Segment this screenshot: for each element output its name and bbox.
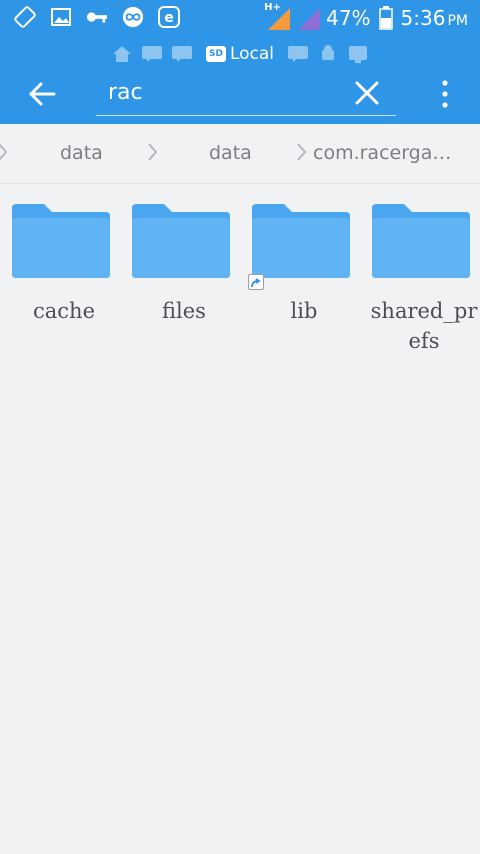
system-indicators: H+ 47% 5:36 PM [264, 2, 468, 32]
signal-icon-2 [296, 4, 322, 32]
chevron-right-icon [0, 143, 8, 161]
folder-name: lib [290, 299, 318, 323]
notification-icons: e [14, 6, 180, 28]
folder-icon [372, 204, 470, 282]
battery-icon [378, 6, 393, 30]
window-switcher: SD Local [0, 42, 480, 66]
folder-icon [252, 204, 350, 282]
home-icon[interactable] [112, 45, 132, 63]
folder-icon [12, 204, 110, 282]
folder-name: files [162, 299, 206, 323]
chevron-right-icon [148, 143, 158, 161]
search-box [96, 72, 396, 116]
android-window-icon[interactable] [318, 45, 338, 63]
search-input[interactable] [108, 74, 338, 110]
breadcrumb-item[interactable]: data [209, 142, 252, 164]
breadcrumb: data data com.racerga… [0, 124, 480, 184]
storage-window-icon-2[interactable] [171, 45, 192, 63]
sd-card-icon: SD [205, 46, 226, 62]
close-icon[interactable] [354, 80, 380, 106]
local-window-label: Local [229, 44, 275, 64]
app-header: SD Local [0, 38, 480, 124]
folder-name: shared_prefs [370, 299, 478, 353]
clock-suffix: PM [447, 13, 468, 29]
local-window-tab[interactable]: SD Local [202, 44, 278, 64]
app-window-icon[interactable] [348, 45, 368, 63]
network-type-label: H+ [264, 2, 281, 13]
signal-icon: H+ [264, 2, 292, 32]
e-app-icon: e [158, 6, 180, 28]
chevron-right-icon [297, 143, 307, 161]
storage-window-icon-3[interactable] [288, 45, 309, 63]
key-icon [86, 6, 108, 28]
status-bar: e H+ 47% 5:36 PM [0, 0, 480, 38]
storage-window-icon[interactable] [141, 45, 162, 63]
folder-icon [132, 204, 230, 282]
symlink-icon [248, 274, 264, 290]
screen-rotation-icon [14, 6, 36, 28]
infinity-icon [122, 6, 144, 28]
breadcrumb-item-current[interactable]: com.racerga… [313, 142, 451, 164]
breadcrumb-item[interactable]: data [60, 142, 103, 164]
folder-name: cache [33, 299, 95, 323]
more-options-icon[interactable] [434, 78, 456, 110]
clock: 5:36 PM [401, 6, 468, 30]
svg-text:e: e [164, 10, 174, 26]
clock-time: 5:36 [400, 6, 446, 30]
image-icon [50, 6, 72, 28]
battery-percent: 47% [326, 6, 371, 30]
back-arrow-icon[interactable] [26, 78, 58, 110]
